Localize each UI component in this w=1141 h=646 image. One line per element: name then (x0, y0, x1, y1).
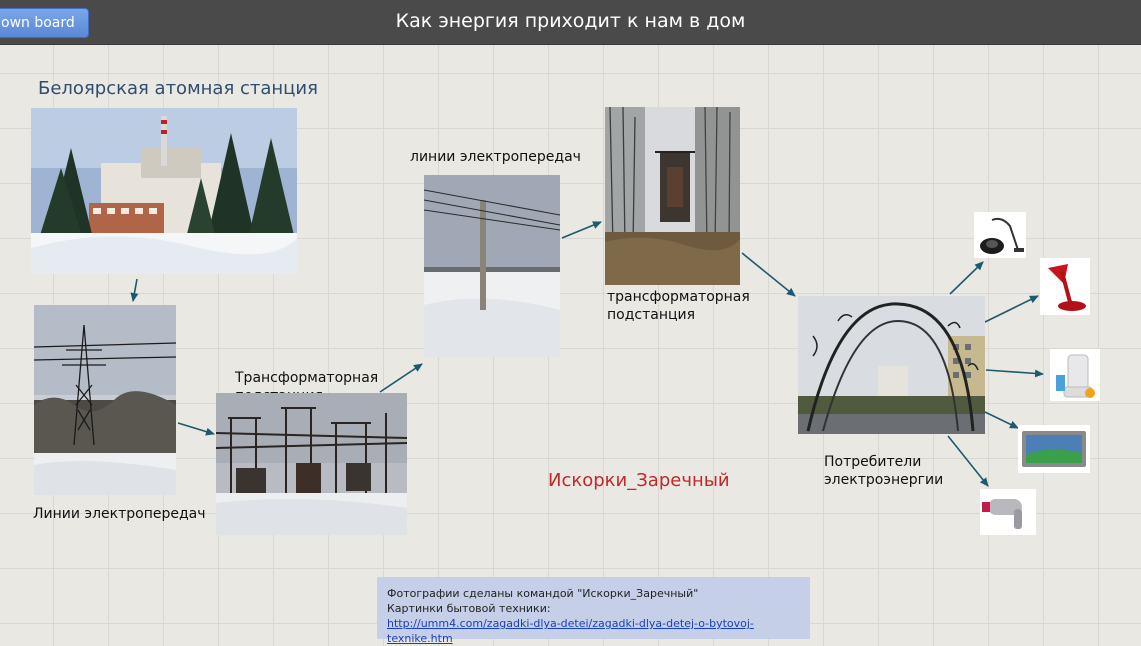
arrow-lines2-to-substation2 (561, 221, 602, 239)
label-substation-1-line1: Трансформаторная (235, 370, 379, 386)
arrow-substation-to-lines2 (379, 363, 423, 393)
arrow-lines-to-substation (177, 422, 215, 436)
label-substation-2-line2: подстанция (607, 307, 696, 323)
arrow-to-vacuum (949, 261, 984, 295)
arrow-to-lamp (984, 295, 1039, 323)
power-lines-photo-1[interactable] (34, 305, 176, 495)
label-substation-2: трансформаторная подстанция (607, 288, 750, 324)
arrow-to-tv (984, 411, 1019, 429)
label-power-lines-1: Линии электропередач (33, 506, 206, 522)
credits-line1: Фотографии сделаны командой "Искорки_Зар… (387, 587, 699, 600)
label-power-lines-2: линии электропередач (410, 149, 581, 165)
team-name: Искорки_Заречный (548, 470, 730, 491)
label-substation-2-line1: трансформаторная (607, 289, 750, 305)
label-consumers-line2: электроэнергии (824, 472, 944, 488)
substation-photo-2[interactable] (605, 107, 740, 285)
hair-dryer-icon[interactable] (980, 489, 1036, 535)
substation-photo-1[interactable] (216, 393, 407, 535)
credits-link[interactable]: http://umm4.com/zagadki-dlya-detei/zagad… (387, 617, 754, 645)
city-arch-photo[interactable] (798, 296, 985, 434)
npp-photo[interactable] (31, 108, 297, 274)
vacuum-cleaner-icon[interactable] (974, 212, 1026, 258)
power-lines-photo-2[interactable] (424, 175, 560, 357)
label-consumers-line1: Потребители (824, 454, 922, 470)
credits-box: Фотографии сделаны командой "Искорки_Зар… (377, 577, 810, 645)
arrow-to-juicer (985, 369, 1044, 378)
arrow-substation2-to-city (741, 252, 796, 297)
juicer-icon[interactable] (1050, 349, 1100, 401)
desk-lamp-icon[interactable] (1040, 258, 1090, 315)
tv-icon[interactable] (1018, 425, 1090, 473)
arrow-npp-to-lines (130, 278, 139, 302)
credits-line2: Картинки бытовой техники: (387, 602, 551, 615)
npp-title: Белоярская атомная станция (38, 78, 318, 99)
label-consumers: Потребители электроэнергии (824, 453, 943, 489)
arrow-to-hairdryer (947, 435, 989, 487)
